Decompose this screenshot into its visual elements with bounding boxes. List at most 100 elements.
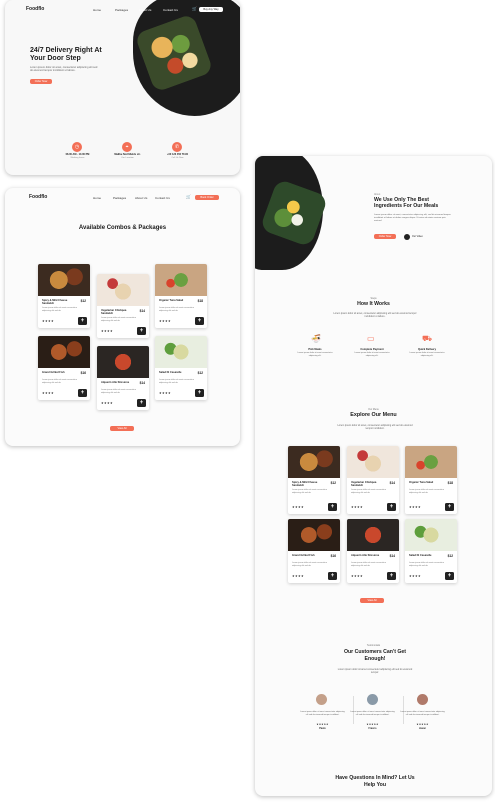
step-title: Complete Payment	[360, 348, 384, 351]
about-order-button[interactable]: Order Now	[374, 234, 396, 239]
testimonial-name: Jason	[419, 727, 426, 730]
testimonial-name: Paolo	[319, 727, 326, 730]
dish-image	[155, 336, 207, 368]
dish-name: Alquerin Alle Sticsione	[101, 381, 130, 384]
add-to-cart-button[interactable]: +	[137, 327, 146, 335]
menu-text: Lorem ipsum dolor sit amet, consectetur …	[337, 424, 413, 431]
add-to-cart-button[interactable]: +	[78, 389, 87, 397]
dish-name: Grand Grilled Fish	[292, 554, 315, 557]
dish-image	[155, 264, 207, 296]
nav-cta-button[interactable]: Book Order	[195, 195, 219, 200]
dish-card[interactable]: Alquerin Alle Sticsione $14 Lorem ipsum …	[347, 519, 399, 583]
home-page-card: About We Use Only The Best Ingredients F…	[255, 156, 492, 796]
location-icon: ⌖	[122, 142, 132, 152]
dish-name: Grand Grilled Fish	[42, 371, 65, 374]
about-title: We Use Only The Best Ingredients For Our…	[374, 197, 439, 210]
add-to-cart-button[interactable]: +	[328, 572, 337, 580]
avatar	[316, 694, 327, 705]
add-to-cart-button[interactable]: +	[387, 572, 396, 580]
works-text: Lorem ipsum dolor sit amet, consectetur …	[333, 312, 417, 319]
menu-view-all-button[interactable]: View All	[360, 598, 384, 603]
dish-card[interactable]: Salad Di Casarelle $12 Lorem ipsum dolor…	[155, 336, 207, 400]
add-to-cart-button[interactable]: +	[328, 503, 337, 511]
dish-name: Spicy & Mild Cheese Sandwich	[42, 299, 68, 306]
add-to-cart-button[interactable]: +	[387, 503, 396, 511]
dish-card[interactable]: Vegetarian Chickpea Sandwich $14 Lorem i…	[97, 274, 149, 338]
dish-name: Vegetarian Chickpea Sandwich	[351, 481, 377, 488]
dish-image	[288, 446, 340, 478]
add-to-cart-button[interactable]: +	[137, 399, 146, 407]
nav-contact[interactable]: Contact Us	[155, 196, 170, 200]
step-title: Pick Meals	[308, 348, 322, 351]
play-label[interactable]: Our Video	[412, 235, 423, 238]
hero-title: 24/7 Delivery Right At Your Door Step	[30, 47, 102, 62]
testimonial-stars: ★★★★★	[316, 723, 329, 726]
testimonials-tag: Testimonials	[366, 644, 381, 647]
view-all-button[interactable]: View All	[110, 426, 134, 431]
logo[interactable]: Foodflo	[29, 194, 47, 200]
info-hours-label: Working hours	[70, 157, 85, 159]
add-to-cart-button[interactable]: +	[78, 317, 87, 325]
menu-tag: Our Menu	[368, 408, 379, 411]
info-hours-value: 08.00 AM - 10.00 PM	[65, 153, 90, 156]
nav-packages[interactable]: Packages	[115, 8, 128, 12]
card-icon: ▭	[367, 334, 375, 343]
hero-subtitle: Lorem ipsum dolor sit amet, consectetur …	[30, 66, 98, 73]
add-to-cart-button[interactable]: +	[445, 503, 454, 511]
avatar	[417, 694, 428, 705]
dish-image	[405, 519, 457, 551]
dish-card[interactable]: Organic Tuna Salad $18 Lorem ipsum dolor…	[155, 264, 207, 328]
dish-name: Salad Di Casarelle	[409, 554, 432, 557]
nav-packages[interactable]: Packages	[113, 196, 126, 200]
dish-price: $12	[80, 299, 86, 303]
testimonial-text: Lorem ipsum dolor sit amet consectetur a…	[350, 711, 395, 716]
cart-icon[interactable]: 🛒	[186, 194, 191, 199]
nav-home[interactable]: Home	[93, 8, 101, 12]
nav-about[interactable]: About Us	[135, 196, 147, 200]
dish-card[interactable]: Alquerin Alle Sticsione $14 Lorem ipsum …	[97, 346, 149, 410]
phone-icon: ✆	[172, 142, 182, 152]
info-phone-value: +00 123 456 78 90	[167, 153, 188, 156]
dish-price: $14	[389, 481, 395, 485]
add-to-cart-button[interactable]: +	[445, 572, 454, 580]
dish-card[interactable]: Spicy & Mild Cheese Sandwich $12 Lorem i…	[288, 446, 340, 514]
dish-card[interactable]: Vegetarian Chickpea Sandwich $14 Lorem i…	[347, 446, 399, 514]
testimonial-stars: ★★★★★	[416, 723, 429, 726]
divider	[353, 696, 354, 724]
dish-desc: Lorem ipsum dolor sit amet consectetur a…	[159, 379, 195, 384]
cart-icon[interactable]: 🛒	[192, 6, 197, 11]
nav-home[interactable]: Home	[93, 196, 101, 200]
nav-cta-button[interactable]: Buy Any Way	[199, 7, 223, 12]
dish-stars: ★★★★	[409, 505, 421, 509]
logo[interactable]: Foodflo	[26, 6, 44, 12]
dish-image	[38, 264, 90, 296]
dish-price: $14	[139, 309, 145, 313]
dish-name: Alquerin Alle Sticsione	[351, 554, 380, 557]
testimonials-title: Our Customers Can't Get Enough!	[343, 649, 407, 662]
divider	[403, 696, 404, 724]
step-text: Lorem ipsum dolor sit amet consectetur a…	[297, 352, 333, 357]
dish-card[interactable]: Organic Tuna Salad $18 Lorem ipsum dolor…	[405, 446, 457, 514]
dish-card[interactable]: Spicy & Mild Cheese Sandwich $12 Lorem i…	[38, 264, 90, 328]
dish-stars: ★★★★	[42, 391, 54, 395]
dish-card[interactable]: Salad Di Casarelle $12 Lorem ipsum dolor…	[405, 519, 457, 583]
nav-about[interactable]: About Us	[139, 8, 151, 12]
play-button[interactable]	[404, 234, 410, 240]
dish-stars: ★★★★	[159, 391, 171, 395]
dish-card[interactable]: Grand Grilled Fish $16 Lorem ipsum dolor…	[288, 519, 340, 583]
dish-name: Spicy & Mild Cheese Sandwich	[292, 481, 318, 488]
dish-image	[97, 274, 149, 306]
hero-order-button[interactable]: Order Now	[30, 79, 52, 84]
dish-desc: Lorem ipsum dolor sit amet consectetur a…	[409, 489, 445, 494]
dish-image	[347, 519, 399, 551]
add-to-cart-button[interactable]: +	[195, 389, 204, 397]
packages-page-card: Foodflo Home Packages About Us Contact U…	[5, 188, 240, 446]
add-to-cart-button[interactable]: +	[195, 317, 204, 325]
dish-stars: ★★★★	[351, 505, 363, 509]
dish-image	[405, 446, 457, 478]
dish-stars: ★★★★	[292, 574, 304, 578]
dish-desc: Lorem ipsum dolor sit amet consectetur a…	[292, 489, 328, 494]
nav-contact[interactable]: Contact Us	[163, 8, 178, 12]
dish-card[interactable]: Grand Grilled Fish $16 Lorem ipsum dolor…	[38, 336, 90, 400]
dish-stars: ★★★★	[101, 401, 113, 405]
